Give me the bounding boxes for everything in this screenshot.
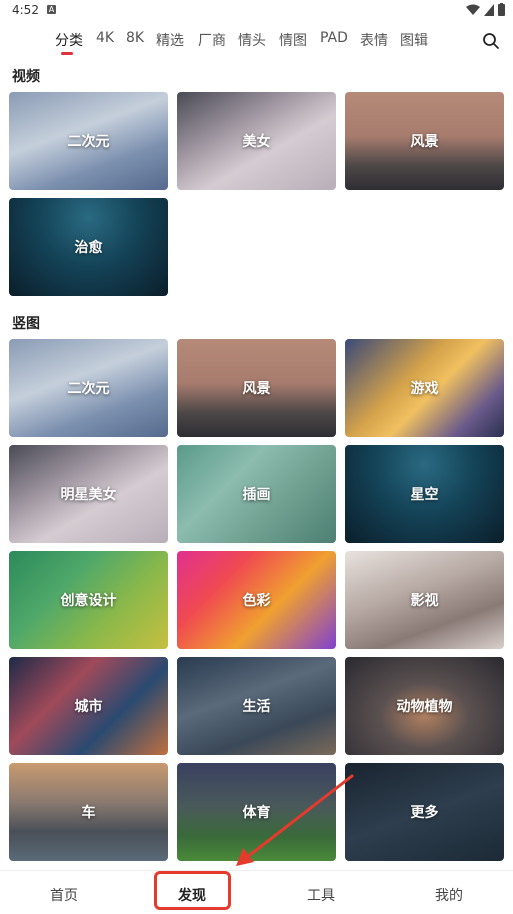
battery-icon [498, 3, 505, 16]
card-label: 车 [81, 805, 96, 821]
tab-tuji[interactable]: 图辑 [400, 30, 428, 50]
bottom-navigation: 首页 发现 工具 我的 [0, 870, 513, 914]
card-label: 星空 [410, 487, 439, 503]
card-label: 风景 [242, 381, 271, 397]
vertical-card[interactable]: 车 [9, 763, 168, 861]
card-label: 插画 [242, 487, 271, 503]
card-label: 明星美女 [60, 487, 117, 503]
vertical-card[interactable]: 风景 [177, 339, 336, 437]
status-time: 4:52 [12, 3, 39, 17]
card-label: 生活 [242, 699, 271, 715]
card-label: 色彩 [242, 593, 271, 609]
vertical-card[interactable]: 体育 [177, 763, 336, 861]
active-tab-indicator [61, 52, 73, 55]
tab-qingtu[interactable]: 情图 [279, 30, 307, 50]
card-label: 二次元 [67, 134, 110, 150]
section-title-vertical: 竖图 [12, 316, 40, 332]
vertical-card[interactable]: 更多 [345, 763, 504, 861]
vertical-card[interactable]: 动物植物 [345, 657, 504, 755]
vertical-card[interactable]: 插画 [177, 445, 336, 543]
vertical-card[interactable]: 星空 [345, 445, 504, 543]
vertical-card[interactable]: 游戏 [345, 339, 504, 437]
card-label: 游戏 [410, 381, 439, 397]
tab-8k[interactable]: 8K [126, 30, 144, 46]
video-card[interactable]: 美女 [177, 92, 336, 190]
card-label: 风景 [410, 134, 439, 150]
card-label: 更多 [410, 805, 439, 821]
tab-pad[interactable]: PAD [320, 30, 348, 46]
notification-badge-icon: A [47, 5, 56, 14]
vertical-card[interactable]: 创意设计 [9, 551, 168, 649]
category-tab-bar: 分类 4K 8K 精选 厂商 情头 情图 PAD 表情 图辑 [0, 28, 513, 56]
vertical-card[interactable]: 明星美女 [9, 445, 168, 543]
vertical-card[interactable]: 生活 [177, 657, 336, 755]
card-label: 城市 [74, 699, 103, 715]
search-icon[interactable] [482, 32, 500, 50]
vertical-card[interactable]: 色彩 [177, 551, 336, 649]
nav-tools[interactable]: 工具 [307, 885, 335, 905]
tab-qingtou[interactable]: 情头 [238, 30, 266, 50]
status-bar: 4:52 A [0, 0, 513, 22]
vertical-card[interactable]: 二次元 [9, 339, 168, 437]
wifi-icon [466, 4, 480, 15]
card-label: 创意设计 [60, 593, 117, 609]
nav-mine[interactable]: 我的 [435, 885, 463, 905]
tab-biaoqing[interactable]: 表情 [360, 30, 388, 50]
tab-changshang[interactable]: 厂商 [198, 30, 226, 50]
tab-jingxuan[interactable]: 精选 [156, 30, 184, 50]
signal-icon [484, 3, 494, 16]
vertical-card[interactable]: 城市 [9, 657, 168, 755]
card-label: 治愈 [74, 240, 103, 256]
section-title-video: 视频 [12, 69, 40, 85]
card-label: 二次元 [67, 381, 110, 397]
card-label: 动物植物 [396, 699, 453, 715]
card-label: 体育 [242, 805, 271, 821]
card-label: 美女 [242, 134, 271, 150]
tab-4k[interactable]: 4K [96, 30, 114, 46]
video-card[interactable]: 风景 [345, 92, 504, 190]
vertical-card[interactable]: 影视 [345, 551, 504, 649]
video-card[interactable]: 二次元 [9, 92, 168, 190]
annotation-highlight-box [154, 871, 231, 910]
nav-home[interactable]: 首页 [50, 885, 78, 905]
video-card[interactable]: 治愈 [9, 198, 168, 296]
card-label: 影视 [410, 593, 439, 609]
tab-fenlei[interactable]: 分类 [55, 30, 83, 50]
